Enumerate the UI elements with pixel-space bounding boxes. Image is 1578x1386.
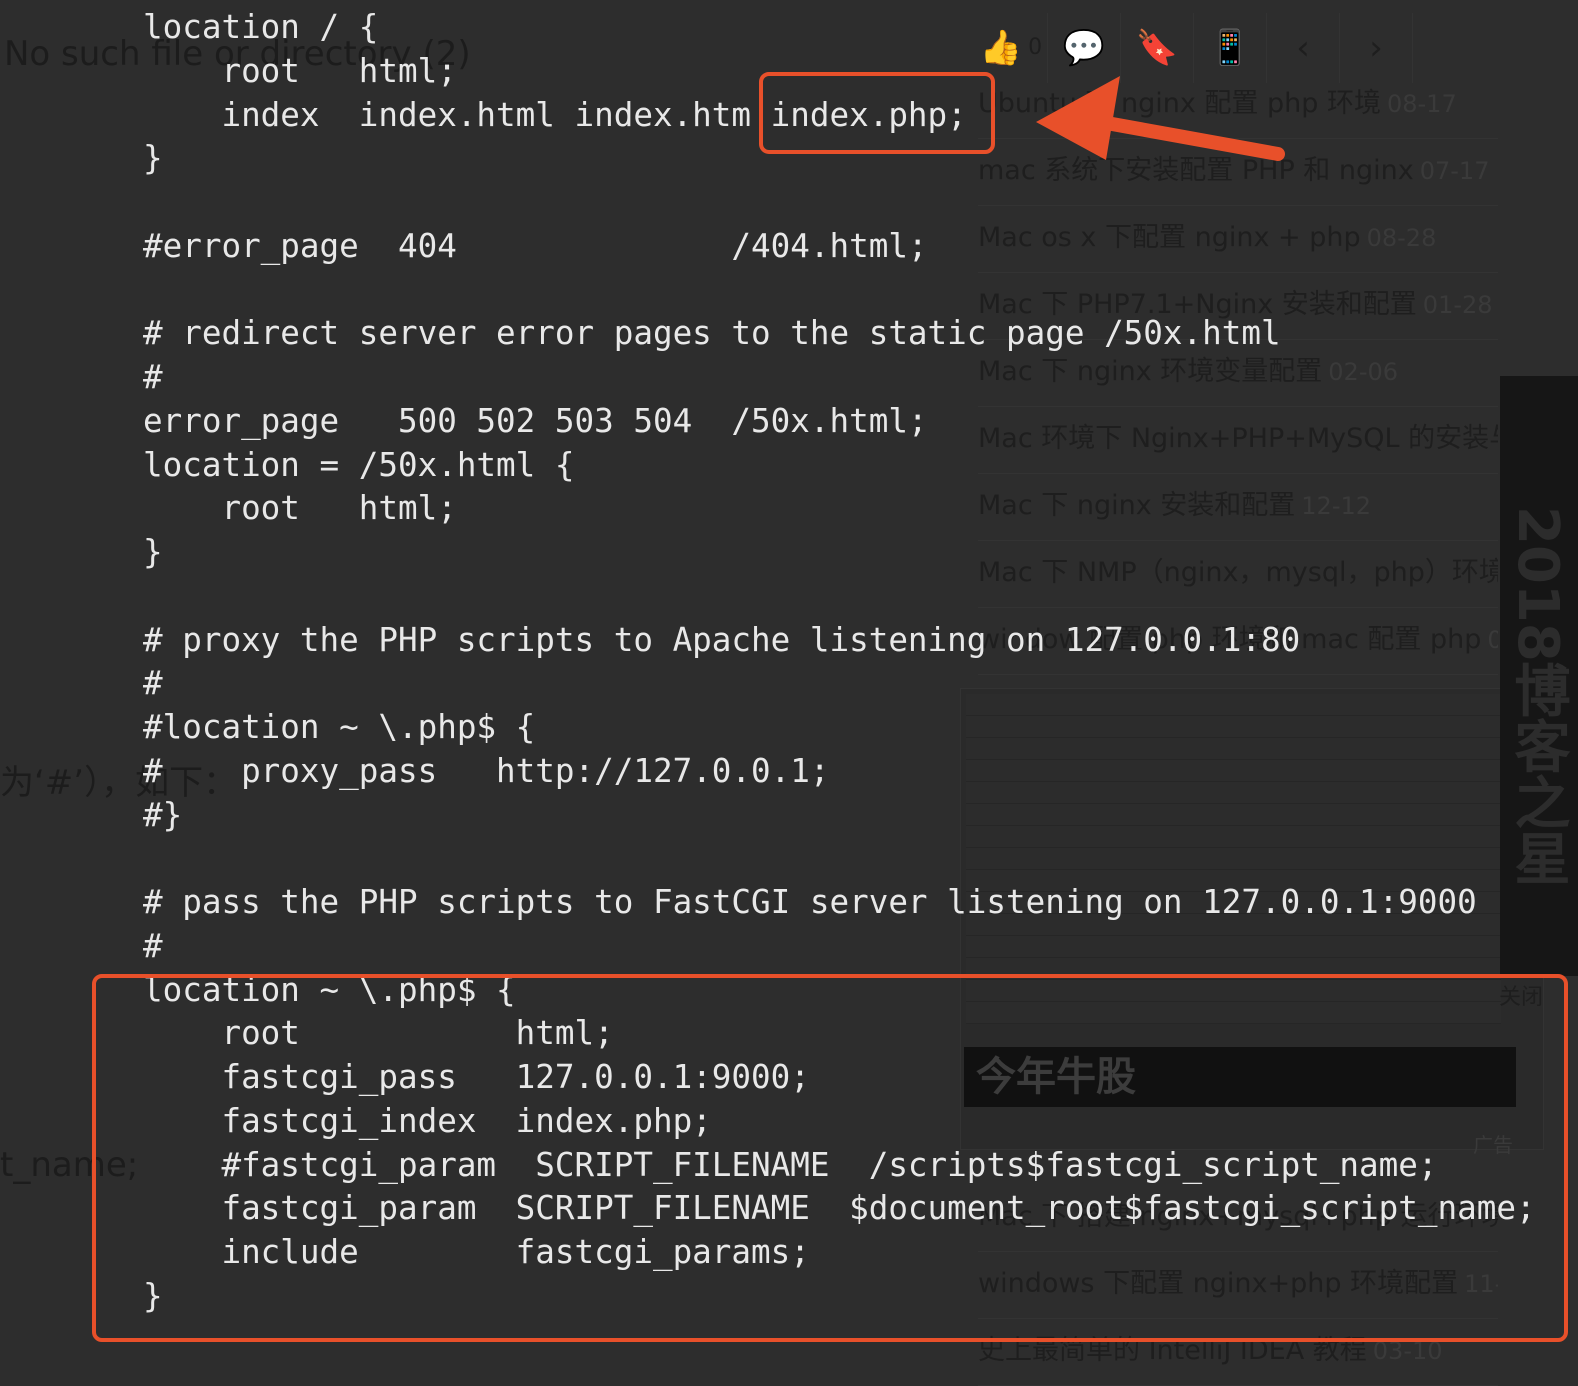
arrow-shaft [1083,113,1285,161]
annotation-arrow [1036,76,1285,161]
arrow-head-icon [1036,76,1120,160]
